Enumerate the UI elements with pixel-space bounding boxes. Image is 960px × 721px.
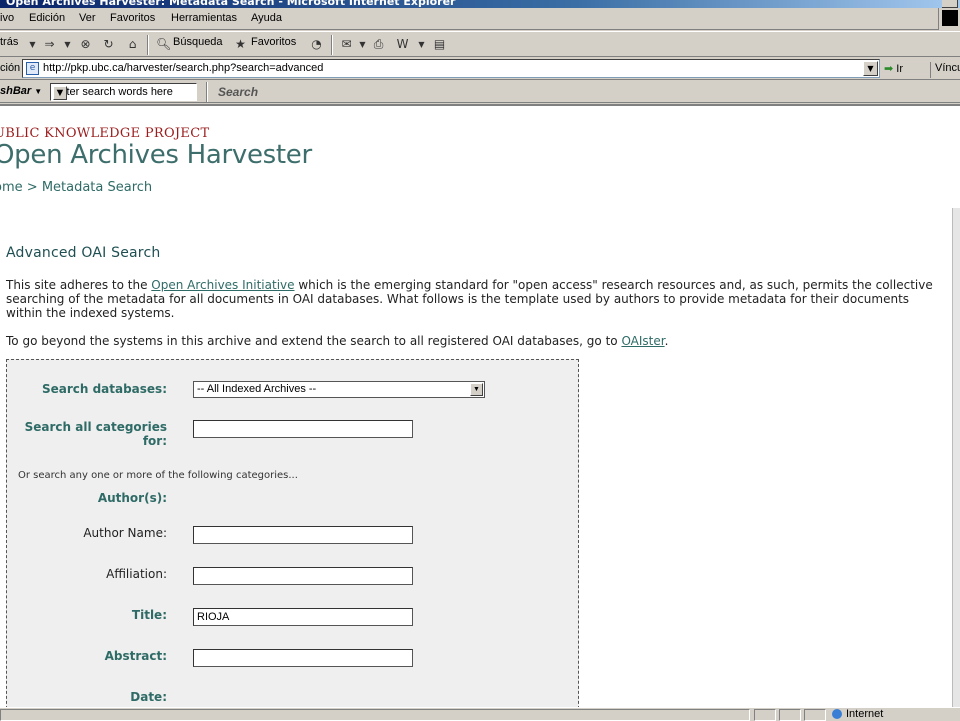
intro-paragraph: This site adheres to the Open Archives I…	[6, 278, 936, 320]
search-button[interactable]: Búsqueda	[173, 36, 223, 48]
project-name: UBLIC KNOWLEDGE PROJECT	[0, 126, 210, 141]
all-categories-input[interactable]	[193, 420, 413, 438]
search-icon[interactable]: 🔍︎	[156, 37, 171, 52]
status-text-panel	[0, 709, 750, 721]
author-name-input[interactable]	[193, 526, 413, 544]
history-icon[interactable]: ◔	[309, 37, 324, 52]
oaister-link[interactable]: OAIster	[621, 334, 664, 348]
content-background: Advanced OAI Search This site adheres to…	[0, 208, 960, 707]
or-search-text: Or search any one or more of the followi…	[18, 470, 298, 481]
status-panel	[779, 709, 801, 721]
print-icon[interactable]: ⎙	[371, 37, 386, 52]
address-input[interactable]: e http://pkp.ubc.ca/harvester/search.php…	[22, 59, 880, 78]
menu-bar: ivo Edición Ver Favoritos Herramientas A…	[0, 8, 960, 30]
back-dropdown-icon[interactable]: ▼	[25, 37, 40, 52]
home-icon[interactable]: ⌂	[125, 37, 140, 52]
databases-selected-value: -- All Indexed Archives --	[197, 383, 317, 395]
menu-ayuda[interactable]: Ayuda	[251, 12, 282, 24]
breadcrumb-home-link[interactable]: ome	[0, 180, 23, 195]
status-panel	[804, 709, 826, 721]
go-label: Ir	[896, 63, 904, 75]
links-button[interactable]: Víncu	[930, 62, 960, 78]
date-label: Date:	[130, 690, 167, 704]
status-panel	[754, 709, 776, 721]
authors-label: Author(s):	[97, 491, 167, 505]
flashbar-toolbar: shBar ▼ Enter search words here ▼ Search	[0, 81, 960, 103]
stop-icon[interactable]: ⊗	[78, 37, 93, 52]
affiliation-label: Affiliation:	[106, 567, 167, 581]
oaister-text-end: .	[664, 334, 669, 348]
menu-favoritos[interactable]: Favoritos	[110, 12, 155, 24]
breadcrumb-separator: >	[26, 180, 38, 195]
go-button[interactable]: ➡ Ir	[884, 62, 903, 75]
favorites-icon[interactable]: ★	[233, 37, 248, 52]
menu-herramientas[interactable]: Herramientas	[171, 12, 237, 24]
toolbar-separator	[206, 82, 208, 102]
mail-dropdown-icon[interactable]: ▼	[355, 37, 370, 52]
page-title: Advanced OAI Search	[6, 245, 161, 261]
flashbar-name[interactable]: shBar ▼	[0, 85, 42, 97]
breadcrumb: ome > Metadata Search	[0, 180, 152, 195]
all-categories-label: Search all categories for:	[24, 420, 167, 448]
oai-link[interactable]: Open Archives Initiative	[151, 278, 294, 292]
breadcrumb-current: Metadata Search	[41, 180, 153, 195]
windows-logo	[938, 8, 960, 30]
flashbar-name-label: shBar	[0, 85, 32, 97]
abstract-label: Abstract:	[104, 649, 167, 663]
main-content: Advanced OAI Search This site adheres to…	[0, 208, 953, 707]
title-input[interactable]	[193, 608, 413, 626]
window-close-button[interactable]	[942, 0, 958, 8]
flashbar-search-placeholder: Enter search words here	[53, 86, 173, 98]
edit-dropdown-icon[interactable]: ▼	[414, 37, 429, 52]
chevron-down-icon: ▼	[34, 87, 43, 96]
databases-select[interactable]: -- All Indexed Archives -- ▼	[193, 381, 485, 398]
standard-toolbar: trás ▼ ⇒ ▼ ⊗ ↻ ⌂ 🔍︎ Búsqueda ★ Favoritos…	[0, 31, 960, 57]
page-icon: e	[26, 62, 39, 75]
intro-text-start: This site adheres to the	[6, 278, 152, 292]
chevron-down-icon[interactable]: ▼	[470, 383, 483, 396]
author-name-label: Author Name:	[83, 526, 167, 540]
address-bar: ción e http://pkp.ubc.ca/harvester/searc…	[0, 58, 960, 80]
security-zone-label: Internet	[846, 708, 884, 720]
search-form: Search databases: -- All Indexed Archive…	[6, 359, 579, 707]
databases-label: Search databases:	[41, 382, 167, 396]
address-label: ción	[0, 62, 21, 74]
window-title: Open Archives Harvester: Metadata Search…	[6, 0, 456, 8]
menu-ver[interactable]: Ver	[79, 12, 96, 24]
oaister-paragraph: To go beyond the systems in this archive…	[6, 334, 936, 348]
page-viewport[interactable]: UBLIC KNOWLEDGE PROJECT Open Archives Ha…	[0, 104, 960, 707]
address-url[interactable]: http://pkp.ubc.ca/harvester/search.php?s…	[43, 62, 323, 74]
back-button[interactable]: trás	[0, 36, 18, 48]
oaister-text-start: To go beyond the systems in this archive…	[6, 334, 622, 348]
title-label: Title:	[131, 608, 167, 622]
security-zone: Internet	[832, 708, 883, 720]
toolbar-separator	[147, 35, 149, 55]
refresh-icon[interactable]: ↻	[101, 37, 116, 52]
forward-dropdown-icon[interactable]: ▼	[60, 37, 75, 52]
forward-icon[interactable]: ⇒	[42, 37, 57, 52]
abstract-input[interactable]	[193, 649, 413, 667]
menu-archivo[interactable]: ivo	[0, 12, 14, 24]
discuss-icon[interactable]: ▤	[432, 37, 447, 52]
status-bar: Internet	[0, 707, 960, 721]
go-arrow-icon: ➡	[884, 63, 894, 75]
favorites-button[interactable]: Favoritos	[251, 36, 296, 48]
menu-edicion[interactable]: Edición	[29, 12, 65, 24]
mail-icon[interactable]: ✉	[339, 37, 354, 52]
address-dropdown-icon[interactable]: ▼	[863, 61, 878, 76]
affiliation-input[interactable]	[193, 567, 413, 585]
word-edit-icon[interactable]: W	[395, 37, 410, 52]
flashbar-search-button[interactable]: Search	[218, 85, 258, 99]
site-title: Open Archives Harvester	[0, 140, 312, 170]
toolbar-separator	[331, 35, 333, 55]
flashbar-search-input[interactable]: Enter search words here ▼	[50, 83, 197, 101]
window-titlebar[interactable]: Open Archives Harvester: Metadata Search…	[0, 0, 960, 8]
globe-icon	[832, 709, 842, 720]
site-header: UBLIC KNOWLEDGE PROJECT Open Archives Ha…	[0, 106, 960, 208]
flashbar-dropdown-icon[interactable]: ▼	[53, 86, 67, 100]
